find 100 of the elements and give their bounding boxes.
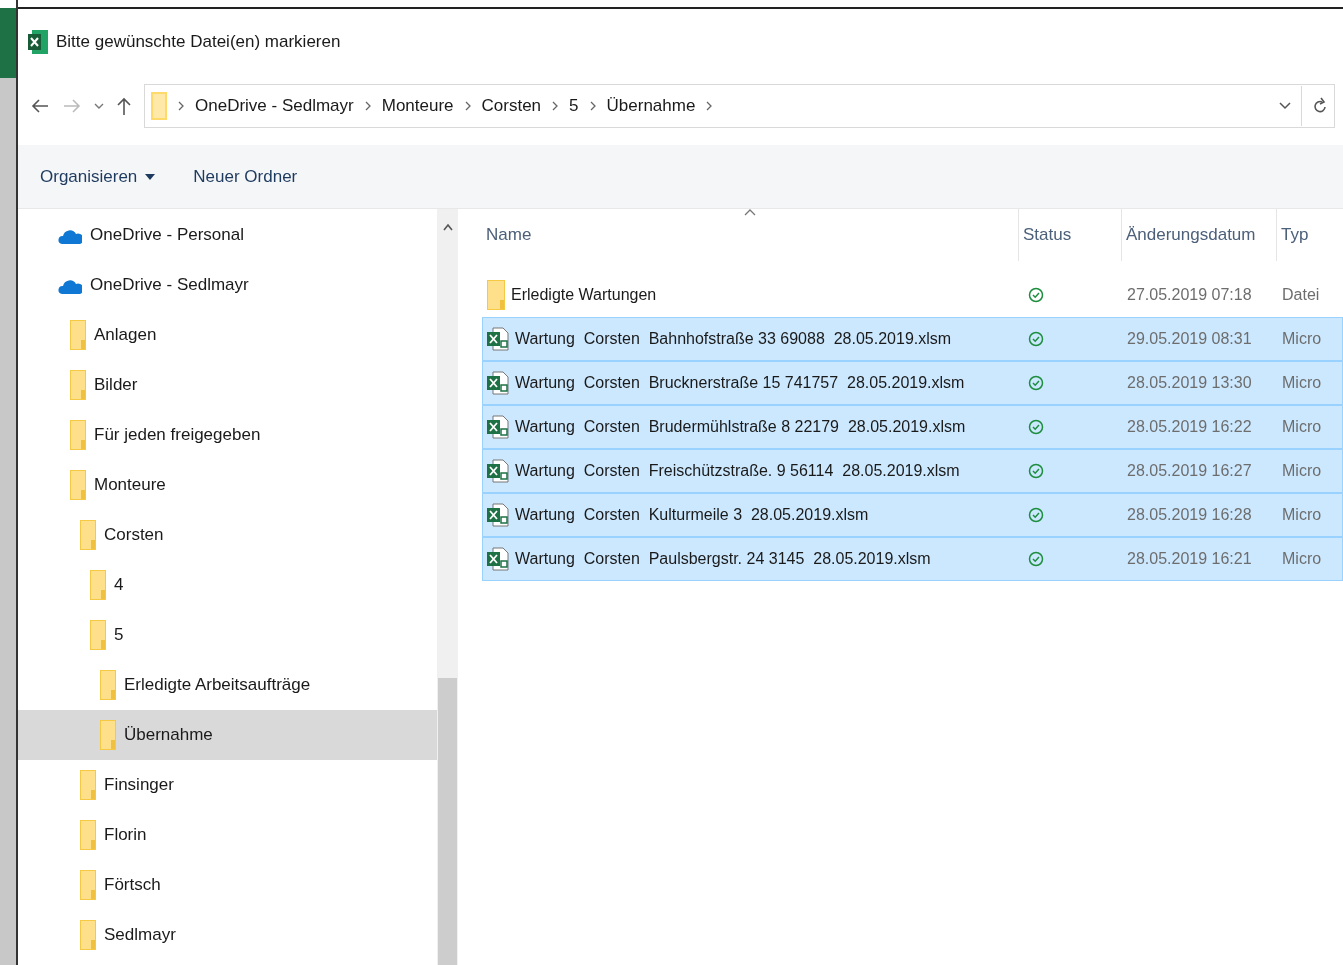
excel-file-icon [487,503,509,527]
folder-icon [70,420,86,450]
file-name: Wartung Corsten Kulturmeile 3 28.05.2019.xlsm [515,505,869,525]
tree-item[interactable]: Für jeden freigegeben [18,410,437,460]
file-row[interactable]: Wartung Corsten Freischützstraße. 9 56114 28.05.2019.xlsm 28.05.2019 16:27 Micro [482,449,1343,493]
scrollbar[interactable] [437,209,458,965]
refresh-icon[interactable] [1312,97,1328,115]
excel-file-icon [487,327,509,351]
tree-item[interactable]: Florin [18,810,437,860]
check-circle-icon [1028,375,1044,391]
date-cell-text: 28.05.2019 16:28 [1126,505,1253,525]
file-name: Wartung Corsten Paulsbergstr. 24 3145 28.05.2019.xlsm [515,549,931,569]
type-cell-text: Micro [1281,549,1323,569]
folder-icon [80,770,96,800]
chevron-right-icon [705,101,714,111]
up-icon[interactable] [116,96,132,116]
check-circle-icon [1028,507,1044,523]
tree-item[interactable]: Übernahme [18,710,437,760]
tree-item[interactable]: 5 [18,610,437,660]
tree-item[interactable]: Finsinger [18,760,437,810]
file-row[interactable]: Erledigte Wartungen 27.05.2019 07:18 Datei [482,273,1343,317]
date-cell-text: 28.05.2019 16:22 [1126,417,1253,437]
check-circle-icon [1028,463,1044,479]
folder-icon [487,280,505,310]
excel-file-icon [487,459,509,483]
breadcrumb-link[interactable]: Übernahme [606,93,696,119]
type-cell-text: Micro [1281,505,1323,525]
folder-icon [90,620,106,650]
chevron-right-icon [588,101,597,111]
excel-file-icon [487,547,509,571]
date-cell-text: 28.05.2019 13:30 [1126,373,1253,393]
file-name: Wartung Corsten Brudermühlstraße 8 22179 28.05.2019.xlsm [515,417,966,437]
scroll-thumb[interactable] [438,678,457,965]
back-icon[interactable] [30,98,50,114]
dropdown-caret-icon [145,173,156,180]
date-cell-text: 28.05.2019 16:27 [1126,461,1253,481]
file-row[interactable]: Wartung Corsten Kulturmeile 3 28.05.2019.xlsm 28.05.2019 16:28 Micro [482,493,1343,537]
tree-item[interactable]: Bilder [18,360,437,410]
folder-icon [100,720,116,750]
chevron-right-icon [463,101,472,111]
chevron-right-icon [177,101,185,111]
tree-item[interactable]: Erledigte Arbeitsaufträge [18,660,437,710]
check-circle-icon [1028,551,1044,567]
toolbar-button[interactable]: Organisieren [40,163,156,190]
check-circle-icon [1028,287,1044,303]
column-header[interactable]: Status [1019,209,1122,261]
folder-icon [80,520,96,550]
toolbar-button[interactable]: Neuer Ordner [193,163,298,190]
file-name: Erledigte Wartungen [511,285,657,305]
folder-icon [70,320,86,350]
breadcrumb-link[interactable]: OneDrive - Sedlmayr [195,93,354,119]
column-header[interactable]: Typ [1277,209,1337,261]
date-cell-text: 27.05.2019 07:18 [1126,285,1253,305]
window-title: Bitte gewünschte Datei(en) markieren [56,31,341,54]
file-row[interactable]: Wartung Corsten Bahnhofstraße 33 69088 28.05.2019.xlsm 29.05.2019 08:31 Micro [482,317,1343,361]
type-cell-text: Micro [1281,417,1323,437]
file-row[interactable]: Wartung Corsten Paulsbergstr. 24 3145 28.05.2019.xlsm 28.05.2019 16:21 Micro [482,537,1343,581]
breadcrumb-link[interactable]: Corsten [481,93,542,119]
file-row[interactable]: Wartung Corsten Brudermühlstraße 8 22179 28.05.2019.xlsm 28.05.2019 16:22 Micro [482,405,1343,449]
folder-icon [80,920,96,950]
type-cell-text: Micro [1281,329,1323,349]
file-row[interactable]: Wartung Corsten Brucknerstraße 15 741757 28.05.2019.xlsm 28.05.2019 13:30 Micro [482,361,1343,405]
address-bar[interactable]: OneDrive - Sedlmayr Monteure Corsten 5 Übernahme [144,84,1335,128]
folder-icon [70,470,86,500]
folder-icon [151,92,167,120]
chevron-down-icon[interactable] [1279,102,1291,110]
scroll-up-icon[interactable] [442,223,453,231]
tree-item[interactable]: Förtsch [18,860,437,910]
column-header[interactable]: Änderungsdatum [1122,209,1277,261]
folder-icon [80,870,96,900]
tree-item[interactable]: OneDrive - Personal [18,210,437,260]
tree-item[interactable]: Monteure [18,460,437,510]
file-name: Wartung Corsten Brucknerstraße 15 741757 28.05.2019.xlsm [515,373,965,393]
folder-icon [70,370,86,400]
tree-item[interactable]: 4 [18,560,437,610]
excel-icon [28,30,48,54]
chevron-right-icon [551,101,560,111]
folder-icon [90,570,106,600]
tree-item[interactable]: Corsten [18,510,437,560]
date-cell-text: 28.05.2019 16:21 [1126,549,1253,569]
chevron-right-icon [363,101,372,111]
tree-item[interactable]: Anlagen [18,310,437,360]
file-name: Wartung Corsten Freischützstraße. 9 56114 28.05.2019.xlsm [515,461,960,481]
file-name: Wartung Corsten Bahnhofstraße 33 69088 28.05.2019.xlsm [515,329,952,349]
type-cell-text: Micro [1281,373,1323,393]
column-header[interactable]: Name [482,209,1019,261]
tree-item[interactable]: Sedlmayr [18,910,437,960]
type-cell-text: Micro [1281,461,1323,481]
chevron-down-icon[interactable] [94,102,104,110]
sort-ascending-icon [744,209,756,217]
date-cell-text: 29.05.2019 08:31 [1126,329,1253,349]
breadcrumb-link[interactable]: 5 [569,93,579,119]
type-cell-text: Datei [1281,285,1321,305]
excel-file-icon [487,415,509,439]
excel-file-icon [487,371,509,395]
check-circle-icon [1028,331,1044,347]
folder-icon [80,820,96,850]
tree-item[interactable]: OneDrive - Sedlmayr [18,260,437,310]
breadcrumb-link[interactable]: Monteure [381,93,454,119]
check-circle-icon [1028,419,1044,435]
